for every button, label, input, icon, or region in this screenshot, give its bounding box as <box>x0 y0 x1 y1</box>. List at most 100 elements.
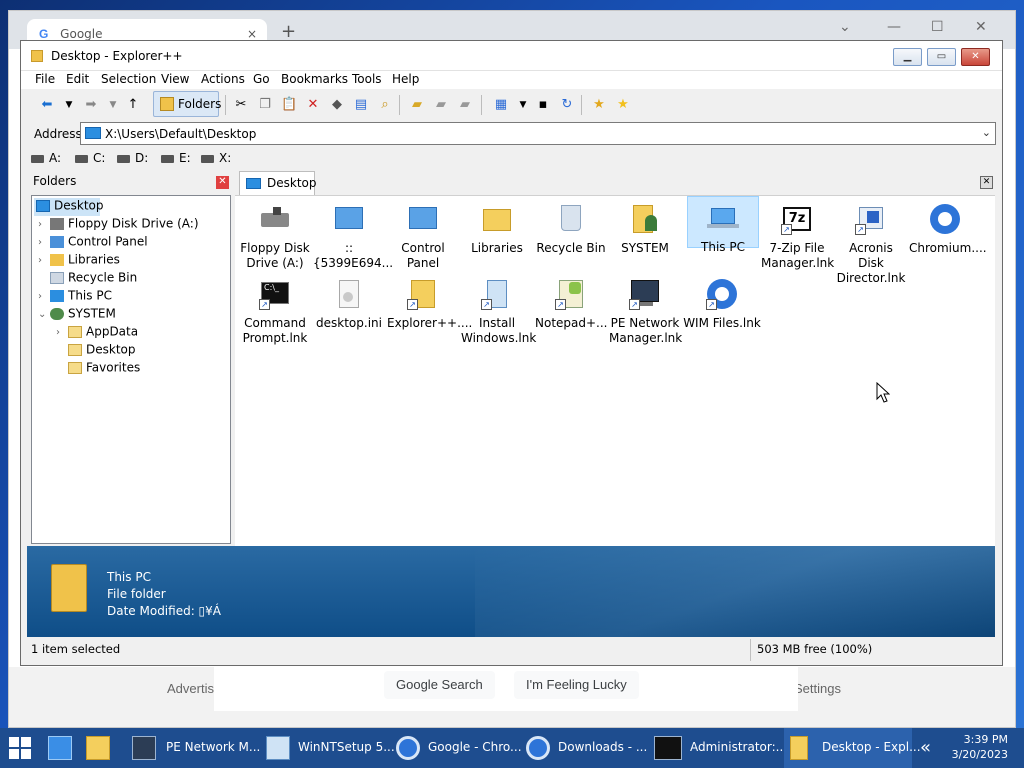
delete-permanently-icon[interactable]: ◆ <box>329 97 345 113</box>
tree-item-this-pc[interactable]: › This PC <box>38 288 112 306</box>
chrome-minimize-button[interactable]: — <box>887 19 901 35</box>
taskbar-chrome[interactable]: Google - Chro... <box>392 728 522 768</box>
menu-actions[interactable]: Actions <box>201 72 245 86</box>
close-tab-icon[interactable]: ✕ <box>980 176 993 189</box>
chrome-new-tab-button[interactable]: + <box>281 21 296 42</box>
expand-icon[interactable]: › <box>56 327 66 338</box>
views-icon[interactable]: ▦ <box>493 97 509 113</box>
file-item-system[interactable]: SYSTEM <box>609 198 681 256</box>
tree-item-appdata[interactable]: › AppData <box>56 324 138 342</box>
feeling-lucky-button[interactable]: I'm Feeling Lucky <box>514 671 639 699</box>
menu-tools[interactable]: Tools <box>352 72 382 86</box>
file-item-pe-network[interactable]: ↗ PE Network Manager.lnk <box>609 273 682 346</box>
drive-c-button[interactable]: C: <box>75 151 105 165</box>
drive-x-button[interactable]: X: <box>201 151 231 165</box>
tree-item-desktop[interactable]: Desktop <box>34 198 104 216</box>
address-input[interactable]: X:\Users\Default\Desktop ⌄ <box>80 122 996 145</box>
menu-selection[interactable]: Selection <box>101 72 156 86</box>
collapse-icon[interactable]: ⌄ <box>38 309 48 320</box>
file-item-notepadpp[interactable]: ↗ Notepad+... <box>535 273 608 331</box>
file-item-desktop-ini[interactable]: desktop.ini <box>313 273 385 331</box>
settings-link[interactable]: Settings <box>794 681 841 696</box>
back-icon[interactable]: ⬅ <box>39 97 55 113</box>
copy-icon[interactable]: ❐ <box>257 97 273 113</box>
tree-item-control-panel[interactable]: › Control Panel <box>38 234 148 252</box>
move-to-icon[interactable]: ▰ <box>457 97 473 113</box>
expand-icon[interactable]: › <box>38 237 48 248</box>
file-item-acronis[interactable]: ↗ Acronis Disk Director.lnk <box>835 198 907 286</box>
taskbar-explorerpp[interactable]: Desktop - Expl... <box>784 728 921 768</box>
taskbar-overflow-icon[interactable]: « <box>920 737 936 761</box>
file-item-this-pc[interactable]: This PC <box>687 196 759 254</box>
refresh-icon[interactable]: ↻ <box>559 97 575 113</box>
minimize-button[interactable]: ▁ <box>893 48 922 66</box>
file-item-install-windows[interactable]: ↗ Install Windows.lnk <box>461 273 536 346</box>
file-item-command-prompt[interactable]: C:\_ ↗ Command Prompt.lnk <box>239 273 311 346</box>
tree-item-libraries[interactable]: › Libraries <box>38 252 120 270</box>
copy-to-icon[interactable]: ▰ <box>433 97 449 113</box>
file-item-7zip[interactable]: 7z ↗ 7-Zip File Manager.lnk <box>761 198 834 271</box>
delete-icon[interactable]: ✕ <box>305 97 321 113</box>
search-icon[interactable]: ⌕ <box>377 97 393 113</box>
chrome-chevron-down-icon[interactable]: ⌄ <box>839 19 851 35</box>
expand-icon[interactable]: › <box>38 255 48 266</box>
cut-icon[interactable]: ✂ <box>233 97 249 113</box>
google-search-button[interactable]: Google Search <box>384 671 495 699</box>
expand-icon[interactable]: › <box>38 219 48 230</box>
tree-item-system[interactable]: ⌄ SYSTEM <box>38 306 116 324</box>
menu-help[interactable]: Help <box>392 72 419 86</box>
drive-d-button[interactable]: D: <box>117 151 148 165</box>
file-list[interactable]: Floppy Disk Drive (A:) ::{5399E694... Co… <box>235 195 995 546</box>
taskbar-desktop-button[interactable] <box>46 728 76 768</box>
chrome-tab-close-icon[interactable]: × <box>247 27 257 41</box>
file-item-wim-files[interactable]: ↗ WIM Files.lnk <box>683 273 761 331</box>
tree-item-floppy[interactable]: › Floppy Disk Drive (A:) <box>38 216 199 234</box>
tab-desktop[interactable]: Desktop <box>239 171 317 195</box>
folder-tree[interactable]: Desktop › Floppy Disk Drive (A:) › Control… <box>31 195 231 544</box>
folders-close-icon[interactable]: ✕ <box>216 176 229 189</box>
tree-item-system-desktop[interactable]: Desktop <box>56 342 136 360</box>
views-dropdown-icon[interactable]: ▼ <box>515 97 531 113</box>
menu-edit[interactable]: Edit <box>66 72 89 86</box>
taskbar-file-explorer-button[interactable] <box>84 728 114 768</box>
tree-item-favorites[interactable]: Favorites <box>56 360 140 378</box>
taskbar-pe-network[interactable]: PE Network M... <box>128 728 260 768</box>
file-item-clsid[interactable]: ::{5399E694... <box>313 198 393 271</box>
menu-view[interactable]: View <box>161 72 189 86</box>
chevron-down-icon[interactable]: ⌄ <box>982 126 991 139</box>
properties-icon[interactable]: ▤ <box>353 97 369 113</box>
taskbar-winntsetup[interactable]: WinNTSetup 5... <box>262 728 395 768</box>
tree-item-recycle-bin[interactable]: Recycle Bin <box>38 270 137 288</box>
chrome-maximize-button[interactable]: ☐ <box>931 19 944 35</box>
command-prompt-icon[interactable]: ▪ <box>535 97 551 113</box>
file-item-libraries[interactable]: Libraries <box>461 198 533 256</box>
menu-bookmarks[interactable]: Bookmarks <box>281 72 348 86</box>
back-dropdown-icon[interactable]: ▼ <box>61 97 77 113</box>
taskbar-downloads[interactable]: Downloads - ... <box>522 728 650 768</box>
chrome-close-button[interactable]: ✕ <box>975 19 987 35</box>
close-button[interactable]: ✕ <box>961 48 990 66</box>
file-item-control-panel[interactable]: Control Panel <box>387 198 459 271</box>
forward-dropdown-icon[interactable]: ▼ <box>105 97 121 113</box>
clock[interactable]: 3:39 PM 3/20/2023 <box>952 732 1008 762</box>
new-folder-icon[interactable]: ▰ <box>409 97 425 113</box>
up-icon[interactable]: ↑ <box>125 97 141 113</box>
maximize-button[interactable]: ▭ <box>927 48 956 66</box>
file-item-chromium[interactable]: Chromium.... <box>909 198 987 256</box>
expand-icon[interactable]: › <box>38 291 48 302</box>
add-bookmark-icon[interactable]: ★ <box>591 97 607 113</box>
taskbar-administrator[interactable]: Administrator:... <box>652 728 787 768</box>
file-item-floppy[interactable]: Floppy Disk Drive (A:) <box>239 198 311 271</box>
paste-icon[interactable]: 📋 <box>281 97 297 113</box>
menu-go[interactable]: Go <box>253 72 270 86</box>
file-item-explorerpp[interactable]: ↗ Explorer++.... <box>387 273 472 331</box>
bookmarks-icon[interactable]: ★ <box>615 97 631 113</box>
forward-icon[interactable]: ➡ <box>83 97 99 113</box>
drive-e-button[interactable]: E: <box>161 151 191 165</box>
advertising-link[interactable]: Advertis <box>167 681 214 696</box>
folders-toggle-button[interactable]: Folders <box>153 91 221 117</box>
start-button[interactable] <box>6 728 34 768</box>
explorer-titlebar[interactable]: Desktop - Explorer++ ▁ ▭ ✕ <box>21 41 1002 71</box>
file-item-recycle-bin[interactable]: Recycle Bin <box>535 198 607 256</box>
menu-file[interactable]: File <box>35 72 55 86</box>
